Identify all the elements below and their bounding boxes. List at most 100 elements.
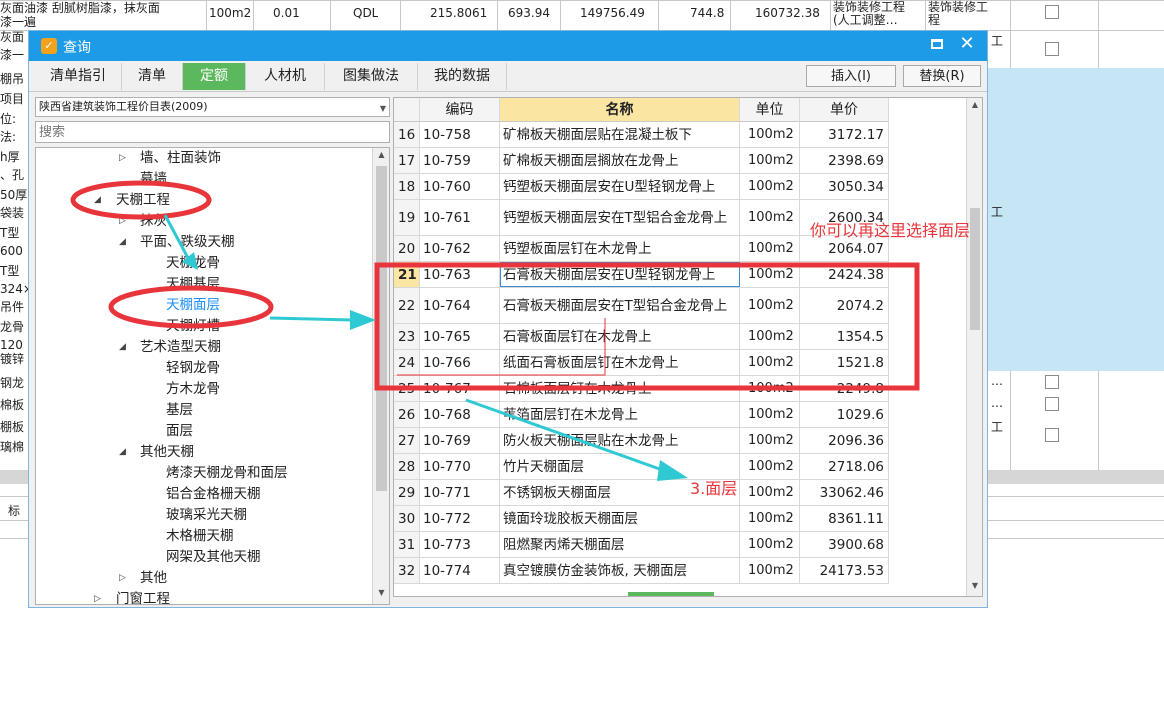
cell-name[interactable]: 镜面玲珑胶板天棚面层 <box>500 506 740 531</box>
table-row[interactable]: 30 10-772 镜面玲珑胶板天棚面层 100m2 8361.11 <box>394 506 889 532</box>
replace-button[interactable]: 替换(R) <box>903 65 981 87</box>
table-row[interactable]: 27 10-769 防火板天棚面层贴在木龙骨上 100m2 2096.36 <box>394 428 889 454</box>
table-row[interactable]: 17 10-759 矿棉板天棚面层搁放在龙骨上 100m2 2398.69 <box>394 148 889 174</box>
cell-unit[interactable]: 100m2 <box>740 454 800 479</box>
cell-price[interactable]: 1354.5 <box>800 324 889 349</box>
row-number[interactable]: 24 <box>394 350 420 375</box>
table-row[interactable]: 23 10-765 石膏板面层钉在木龙骨上 100m2 1354.5 <box>394 324 889 350</box>
cell-name[interactable]: 纸面石膏板面层钉在木龙骨上 <box>500 350 740 375</box>
cell-price[interactable]: 33062.46 <box>800 480 889 505</box>
cell-price[interactable]: 2718.06 <box>800 454 889 479</box>
cell-name[interactable]: 阻燃聚丙烯天棚面层 <box>500 532 740 557</box>
cell-unit[interactable]: 100m2 <box>740 324 800 349</box>
cell-code[interactable]: 10-767 <box>420 376 500 401</box>
collapse-icon[interactable]: ◢ <box>119 442 126 462</box>
cell-code[interactable]: 10-774 <box>420 558 500 583</box>
price-catalog-select[interactable]: 陕西省建筑装饰工程价目表(2009) ▼ <box>35 97 390 117</box>
cell-name[interactable]: 真空镀膜仿金装饰板, 天棚面层 <box>500 558 740 583</box>
cell-unit[interactable]: 100m2 <box>740 506 800 531</box>
cell-unit[interactable]: 100m2 <box>740 262 800 287</box>
table-row[interactable]: 19 10-761 钙塑板天棚面层安在T型铝合金龙骨上 100m2 2600.34 <box>394 200 889 236</box>
collapse-icon[interactable]: ◢ <box>119 337 126 357</box>
tab-quota[interactable]: 定额 <box>183 63 246 90</box>
cell-price[interactable]: 3172.17 <box>800 122 889 147</box>
bg-checkbox[interactable] <box>1045 428 1059 442</box>
column-header-price[interactable]: 单价 <box>800 98 889 122</box>
table-row[interactable]: 18 10-760 钙塑板天棚面层安在U型轻钢龙骨上 100m2 3050.34 <box>394 174 889 200</box>
cell-code[interactable]: 10-758 <box>420 122 500 147</box>
cell-code[interactable]: 10-773 <box>420 532 500 557</box>
cell-price[interactable]: 2424.38 <box>800 262 889 287</box>
cell-unit[interactable]: 100m2 <box>740 558 800 583</box>
cell-code[interactable]: 10-762 <box>420 236 500 261</box>
expand-icon[interactable]: ▷ <box>119 148 126 168</box>
cell-name[interactable]: 石膏板天棚面层安在T型铝合金龙骨上 <box>500 288 740 323</box>
row-number[interactable]: 19 <box>394 200 420 235</box>
cell-name[interactable]: 钙塑板天棚面层安在T型铝合金龙骨上 <box>500 200 740 235</box>
cell-price[interactable]: 3050.34 <box>800 174 889 199</box>
scroll-up-icon[interactable]: ▲ <box>967 100 982 109</box>
cell-code[interactable]: 10-770 <box>420 454 500 479</box>
row-number[interactable]: 20 <box>394 236 420 261</box>
grid-scroll-thumb[interactable] <box>970 208 980 330</box>
cell-code[interactable]: 10-761 <box>420 200 500 235</box>
row-number[interactable]: 30 <box>394 506 420 531</box>
cell-unit[interactable]: 100m2 <box>740 480 800 505</box>
cell-code[interactable]: 10-768 <box>420 402 500 427</box>
tree-scrollbar[interactable]: ▲ ▼ <box>372 148 389 604</box>
expand-icon[interactable]: ▷ <box>119 211 126 231</box>
row-number[interactable]: 18 <box>394 174 420 199</box>
tree-scroll-thumb[interactable] <box>376 166 387 491</box>
tab-list-guide[interactable]: 清单指引 <box>35 63 122 90</box>
cell-name[interactable]: 矿棉板天棚面层贴在混凝土板下 <box>500 122 740 147</box>
cell-unit[interactable]: 100m2 <box>740 350 800 375</box>
tab-list[interactable]: 清单 <box>122 63 183 90</box>
row-number[interactable]: 27 <box>394 428 420 453</box>
cell-unit[interactable]: 100m2 <box>740 174 800 199</box>
cell-code[interactable]: 10-769 <box>420 428 500 453</box>
row-number[interactable]: 16 <box>394 122 420 147</box>
scroll-down-icon[interactable]: ▼ <box>373 588 389 597</box>
cell-name[interactable]: 石膏板天棚面层安在U型轻钢龙骨上 <box>500 262 740 287</box>
cell-name[interactable]: 钙塑板天棚面层安在U型轻钢龙骨上 <box>500 174 740 199</box>
cell-unit[interactable]: 100m2 <box>740 376 800 401</box>
row-number[interactable]: 31 <box>394 532 420 557</box>
column-header-name[interactable]: 名称 <box>500 98 740 122</box>
table-row[interactable]: 28 10-770 竹片天棚面层 100m2 2718.06 <box>394 454 889 480</box>
row-number[interactable]: 32 <box>394 558 420 583</box>
cell-unit[interactable]: 100m2 <box>740 200 800 235</box>
insert-button[interactable]: 插入(I) <box>806 65 896 87</box>
table-row[interactable]: 22 10-764 石膏板天棚面层安在T型铝合金龙骨上 100m2 2074.2 <box>394 288 889 324</box>
table-row[interactable]: 20 10-762 钙塑板面层钉在木龙骨上 100m2 2064.07 <box>394 236 889 262</box>
row-number[interactable]: 23 <box>394 324 420 349</box>
table-row[interactable]: 29 10-771 不锈钢板天棚面层 100m2 33062.46 <box>394 480 889 506</box>
cell-price[interactable]: 2398.69 <box>800 148 889 173</box>
tab-labor-material[interactable]: 人材机 <box>246 63 325 90</box>
column-header-unit[interactable]: 单位 <box>740 98 800 122</box>
collapse-icon[interactable]: ◢ <box>119 232 126 252</box>
grid-splitter-handle[interactable] <box>628 592 714 596</box>
row-number[interactable]: 25 <box>394 376 420 401</box>
row-number[interactable]: 28 <box>394 454 420 479</box>
cell-code[interactable]: 10-766 <box>420 350 500 375</box>
cell-price[interactable]: 1029.6 <box>800 402 889 427</box>
grid-scrollbar[interactable]: ▲ ▼ <box>966 98 982 596</box>
expand-icon[interactable]: ▷ <box>119 568 126 588</box>
cell-unit[interactable]: 100m2 <box>740 236 800 261</box>
cell-unit[interactable]: 100m2 <box>740 288 800 323</box>
table-row[interactable]: 25 10-767 石棉板面层钉在木龙骨上 100m2 2249.8 <box>394 376 889 402</box>
cell-unit[interactable]: 100m2 <box>740 402 800 427</box>
row-number[interactable]: 21 <box>394 262 420 287</box>
cell-price[interactable]: 1521.8 <box>800 350 889 375</box>
cell-name[interactable]: 矿棉板天棚面层搁放在龙骨上 <box>500 148 740 173</box>
tab-my-data[interactable]: 我的数据 <box>418 63 507 90</box>
scroll-up-icon[interactable]: ▲ <box>373 150 389 159</box>
cell-code[interactable]: 10-760 <box>420 174 500 199</box>
search-input[interactable] <box>35 121 390 143</box>
expand-icon[interactable]: ▷ <box>94 589 101 604</box>
cell-name[interactable]: 苇箔面层钉在木龙骨上 <box>500 402 740 427</box>
cell-unit[interactable]: 100m2 <box>740 122 800 147</box>
cell-name[interactable]: 石棉板面层钉在木龙骨上 <box>500 376 740 401</box>
bg-checkbox[interactable] <box>1045 375 1059 389</box>
cell-name[interactable]: 石膏板面层钉在木龙骨上 <box>500 324 740 349</box>
